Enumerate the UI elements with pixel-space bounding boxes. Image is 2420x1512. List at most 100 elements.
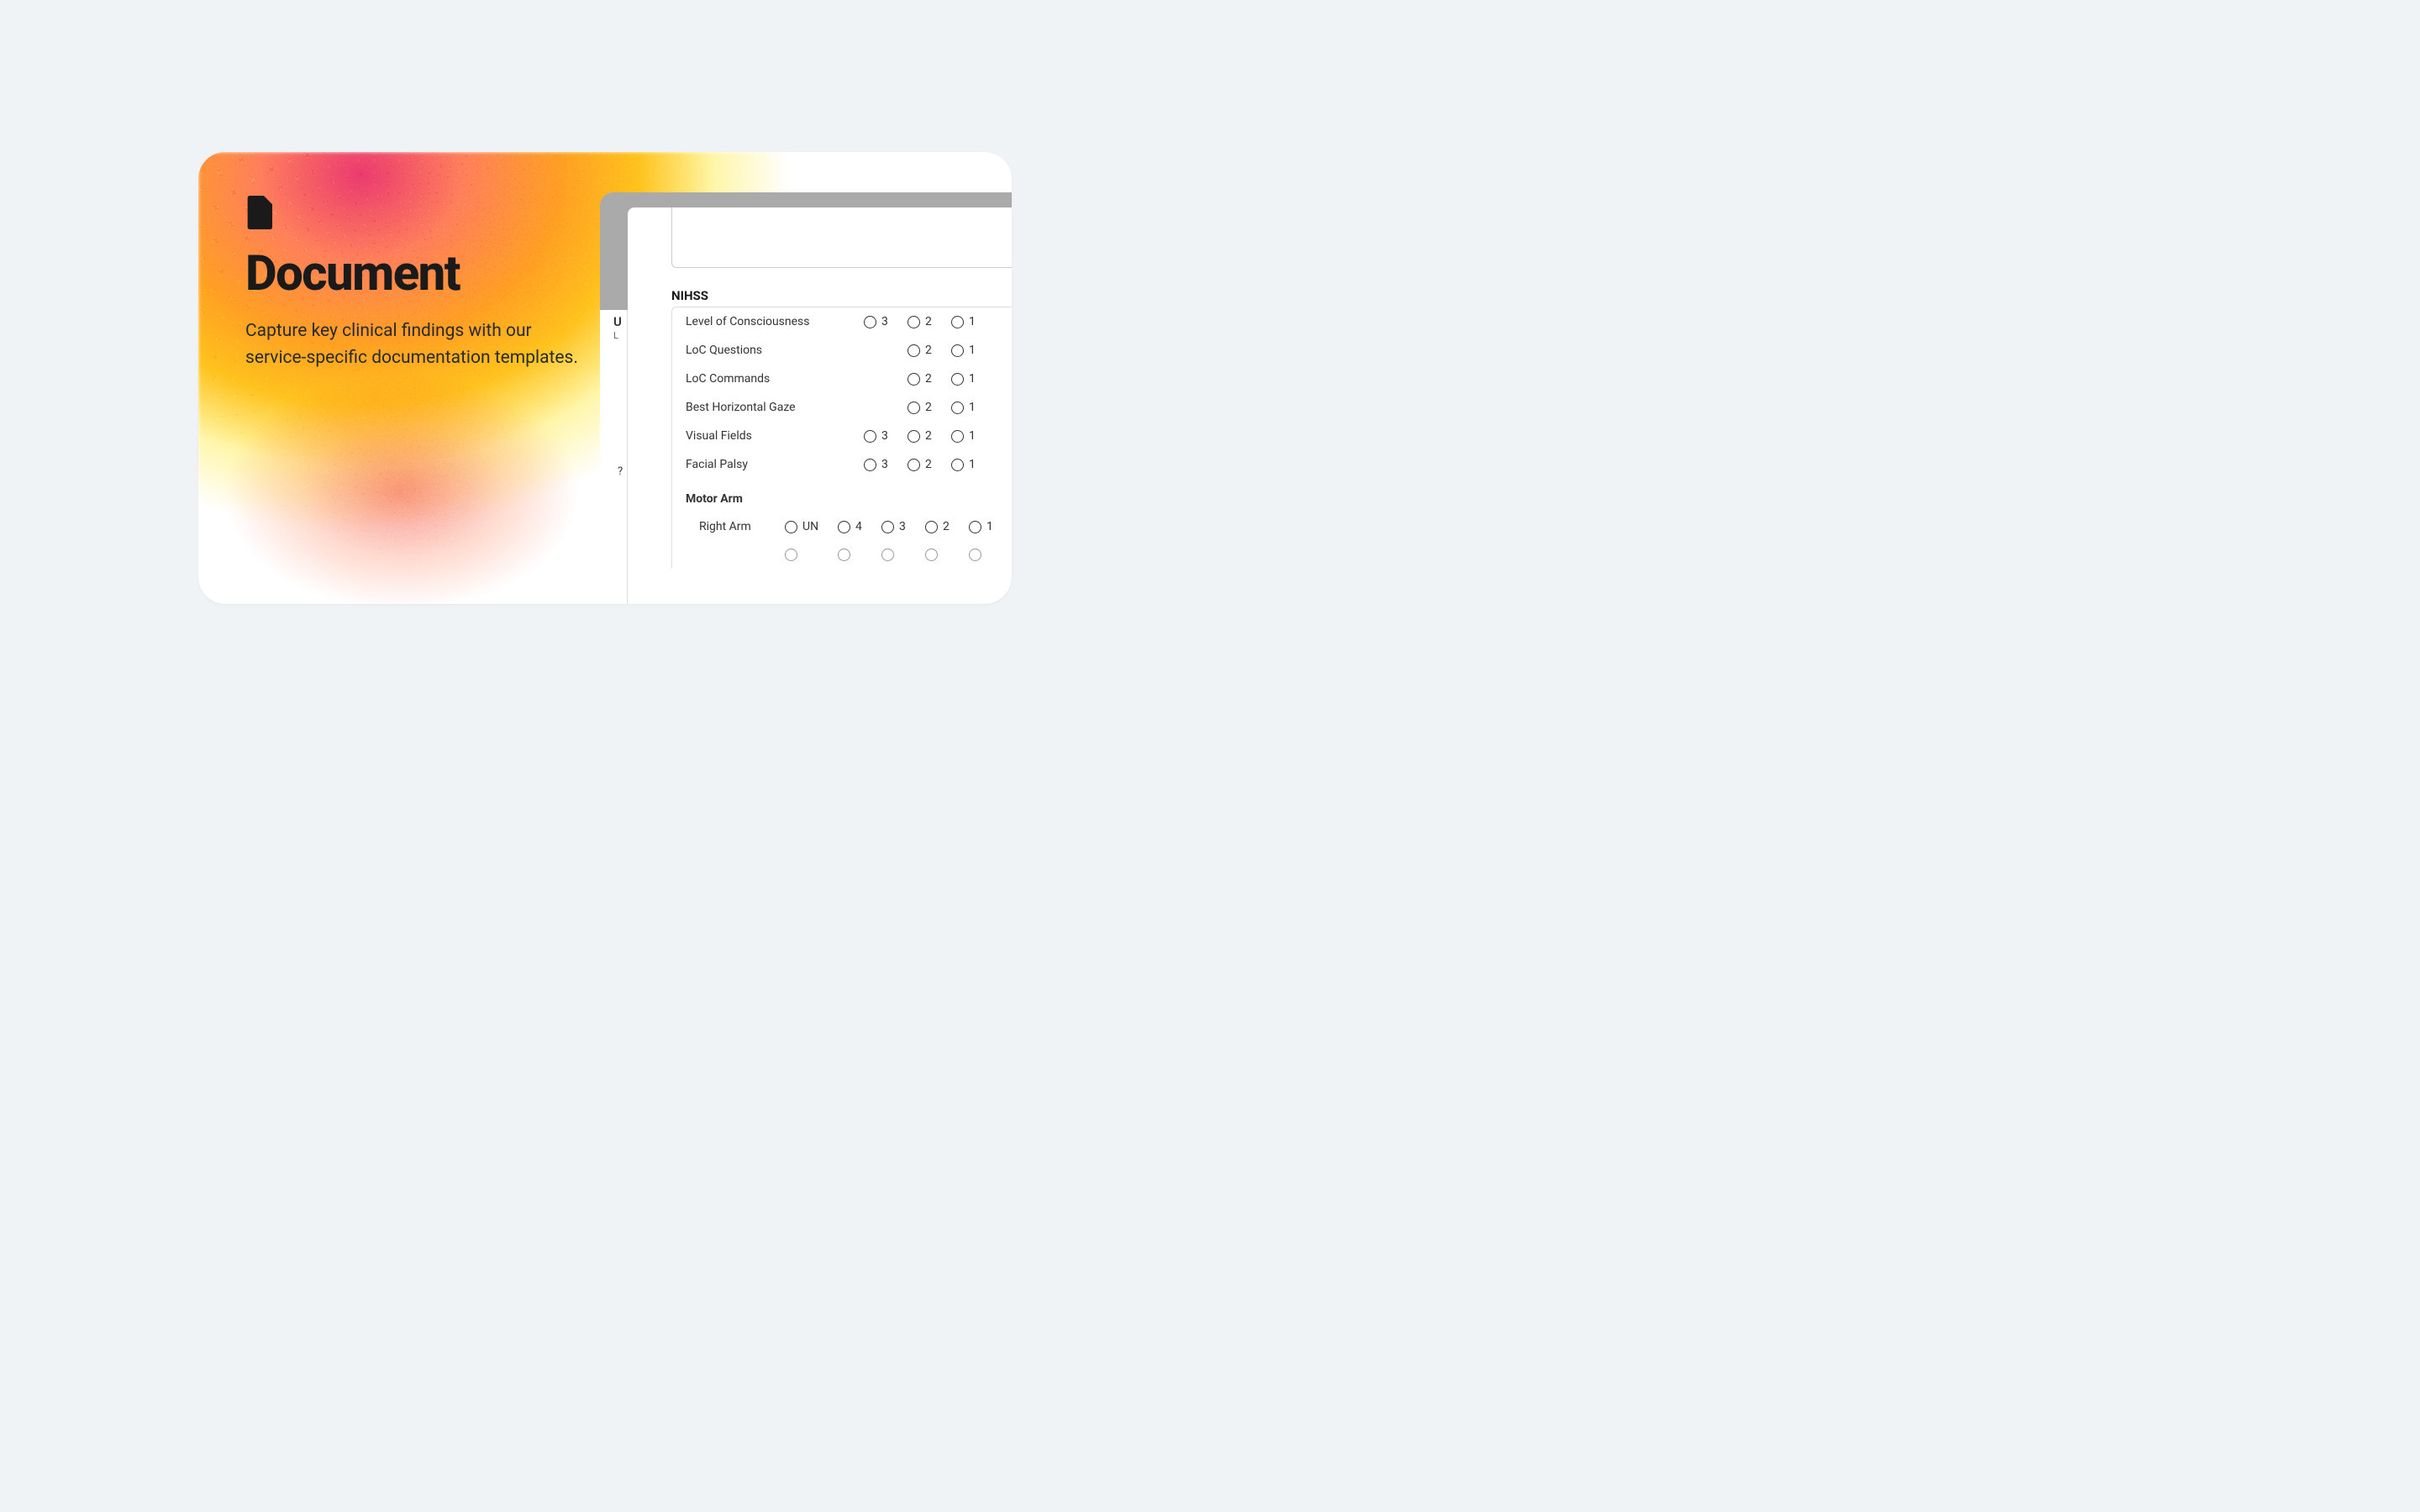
radio-label: 2 xyxy=(925,401,932,414)
embedded-app-preview: U L ? NIHSS Level of Consciousness 3 2 1 xyxy=(600,192,1012,604)
form-row-visual-fields: Visual Fields 3 2 1 xyxy=(672,422,1012,450)
form-row-loc-commands: LoC Commands 2 1 xyxy=(672,365,1012,393)
radio-group: 3 2 1 xyxy=(864,429,995,443)
radio-label: UN xyxy=(802,520,818,533)
radio-group: 2 1 xyxy=(864,372,995,386)
radio-option[interactable]: 1 xyxy=(969,520,1012,533)
nihss-form-table: Level of Consciousness 3 2 1 LoC Questio… xyxy=(671,307,1012,569)
radio-icon xyxy=(969,549,981,561)
radio-label: 2 xyxy=(943,520,950,533)
radio-option[interactable]: 3 xyxy=(864,458,908,471)
row-label: LoC Commands xyxy=(686,372,864,386)
radio-option[interactable]: 2 xyxy=(908,458,951,471)
form-section-title: NIHSS xyxy=(671,288,708,303)
radio-option[interactable]: 1 xyxy=(951,315,995,328)
form-row-gaze: Best Horizontal Gaze 2 1 xyxy=(672,393,1012,422)
radio-icon xyxy=(881,549,894,561)
form-row-loc: Level of Consciousness 3 2 1 xyxy=(672,307,1012,336)
radio-option[interactable]: 2 xyxy=(908,344,951,357)
radio-icon xyxy=(925,549,938,561)
card-title: Document xyxy=(245,249,581,298)
radio-option[interactable]: 1 xyxy=(951,429,995,443)
radio-option[interactable] xyxy=(881,549,925,561)
radio-group: 3 2 1 xyxy=(864,315,995,328)
radio-label: 1 xyxy=(969,458,976,471)
form-panel: NIHSS Level of Consciousness 3 2 1 LoC Q… xyxy=(628,207,1012,604)
radio-icon xyxy=(908,459,920,471)
radio-label: 3 xyxy=(881,429,888,443)
card-description: Capture key clinical findings with our s… xyxy=(245,318,581,371)
row-label: LoC Questions xyxy=(686,344,864,357)
radio-icon xyxy=(838,549,850,561)
radio-group: 2 1 xyxy=(864,344,995,357)
radio-label: 1 xyxy=(969,344,976,357)
radio-group: 3 2 1 xyxy=(864,458,995,471)
row-label: Best Horizontal Gaze xyxy=(686,401,864,414)
radio-icon xyxy=(908,316,920,328)
radio-icon xyxy=(951,402,964,414)
radio-option[interactable]: UN xyxy=(785,520,838,533)
radio-icon xyxy=(908,402,920,414)
radio-icon xyxy=(785,549,797,561)
form-subsection-motor-arm: Motor Arm xyxy=(672,479,1012,512)
text-input-area[interactable] xyxy=(671,207,1012,268)
radio-group: UN 4 3 2 1 xyxy=(785,520,1012,533)
form-row-partial xyxy=(672,541,1012,569)
radio-icon xyxy=(881,521,894,533)
radio-option[interactable]: 1 xyxy=(951,372,995,386)
form-row-loc-questions: LoC Questions 2 1 xyxy=(672,336,1012,365)
radio-option[interactable] xyxy=(785,549,838,561)
row-label: Right Arm xyxy=(699,520,785,533)
row-label: Level of Consciousness xyxy=(686,315,864,328)
radio-icon xyxy=(951,373,964,386)
radio-icon xyxy=(838,521,850,533)
radio-label: 1 xyxy=(969,429,976,443)
radio-icon xyxy=(925,521,938,533)
radio-label: 3 xyxy=(899,520,906,533)
radio-option[interactable] xyxy=(838,549,881,561)
form-row-right-arm: Right Arm UN 4 3 2 1 xyxy=(672,512,1012,541)
sidebar-question-mark: ? xyxy=(618,465,623,478)
radio-icon xyxy=(951,459,964,471)
sidebar-fragment xyxy=(600,310,628,604)
sidebar-text-2: L xyxy=(613,330,618,341)
radio-label: 1 xyxy=(986,520,993,533)
radio-label: 1 xyxy=(969,315,976,328)
sidebar-text-1: U xyxy=(613,314,622,329)
radio-option[interactable]: 2 xyxy=(908,401,951,414)
radio-option[interactable]: 2 xyxy=(908,372,951,386)
radio-label: 2 xyxy=(925,344,932,357)
radio-option[interactable] xyxy=(969,549,1012,561)
row-label: Visual Fields xyxy=(686,429,864,443)
radio-label: 3 xyxy=(881,315,888,328)
radio-icon xyxy=(864,459,876,471)
radio-option[interactable]: 1 xyxy=(951,401,995,414)
radio-icon xyxy=(969,521,981,533)
form-row-facial-palsy: Facial Palsy 3 2 1 xyxy=(672,450,1012,479)
radio-option[interactable]: 3 xyxy=(864,429,908,443)
row-label: Facial Palsy xyxy=(686,458,864,471)
radio-option[interactable]: 2 xyxy=(908,429,951,443)
radio-icon xyxy=(951,430,964,443)
radio-icon xyxy=(908,373,920,386)
radio-option[interactable]: 3 xyxy=(864,315,908,328)
radio-option[interactable]: 2 xyxy=(908,315,951,328)
radio-icon xyxy=(864,316,876,328)
subsection-title: Motor Arm xyxy=(686,492,864,506)
radio-label: 4 xyxy=(855,520,862,533)
radio-option[interactable]: 1 xyxy=(951,344,995,357)
radio-icon xyxy=(908,344,920,357)
radio-label: 1 xyxy=(969,372,976,386)
radio-option[interactable]: 1 xyxy=(951,458,995,471)
feature-card: Document Capture key clinical findings w… xyxy=(198,152,1012,604)
radio-group: 2 1 xyxy=(864,401,995,414)
radio-icon xyxy=(864,430,876,443)
radio-icon xyxy=(951,344,964,357)
document-icon xyxy=(245,196,272,229)
radio-option[interactable]: 2 xyxy=(925,520,969,533)
radio-option[interactable]: 3 xyxy=(881,520,925,533)
radio-option[interactable]: 4 xyxy=(838,520,881,533)
radio-option[interactable] xyxy=(925,549,969,561)
radio-label: 3 xyxy=(881,458,888,471)
card-content: Document Capture key clinical findings w… xyxy=(245,196,581,371)
